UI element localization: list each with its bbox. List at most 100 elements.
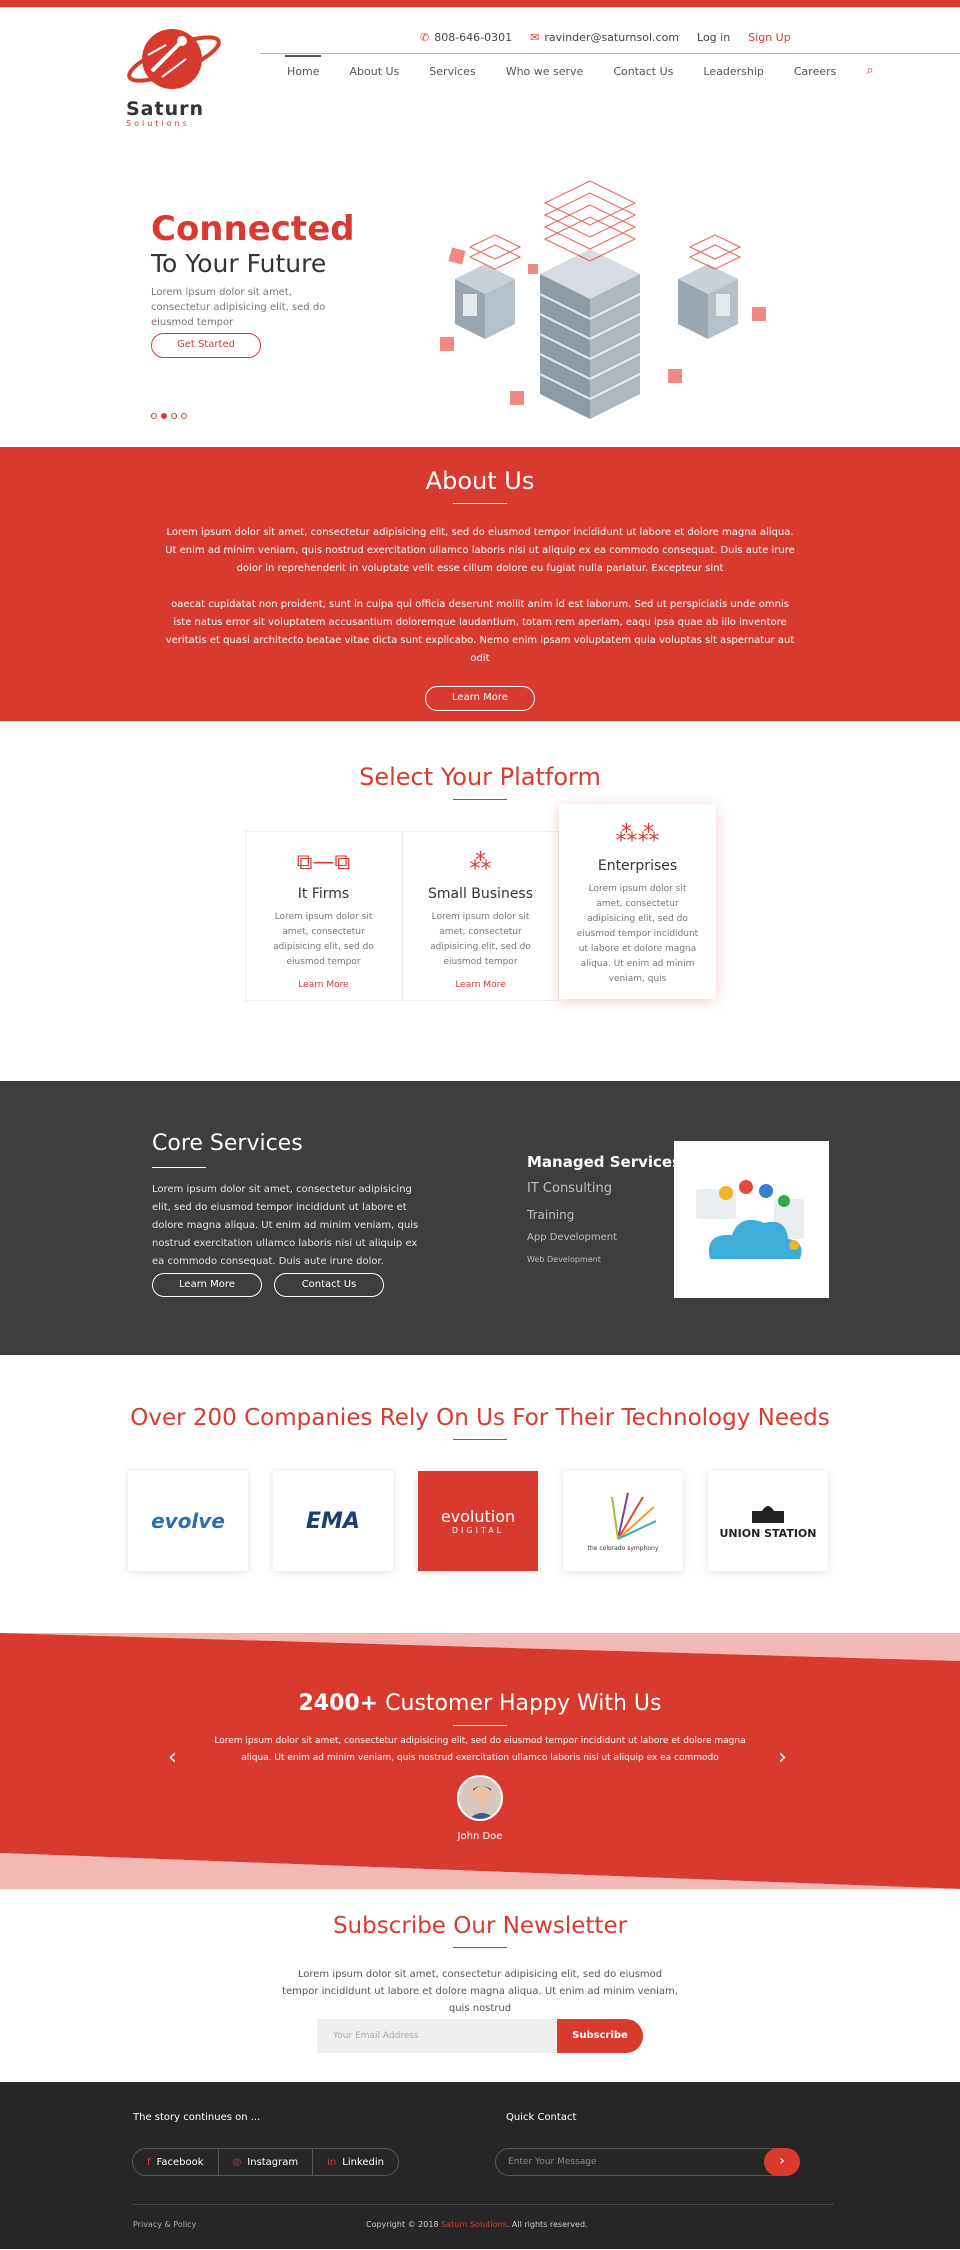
client-logo-colorado-symphony[interactable]: the colorado symphony xyxy=(563,1471,683,1571)
client-logo-evolution[interactable]: evolution DIGITAL xyxy=(418,1471,538,1571)
title-underline xyxy=(152,1167,206,1168)
nav-about[interactable]: About Us xyxy=(349,65,399,78)
core-contact-button[interactable]: Contact Us xyxy=(274,1273,384,1297)
platform-card-it-firms[interactable]: ⧉—⧉ It Firms Lorem ipsum dolor sit amet,… xyxy=(245,831,402,1001)
privacy-link[interactable]: Privacy & Policy xyxy=(133,2220,196,2229)
organization-icon: ⁂⁂ xyxy=(615,822,660,847)
platform-cards: ⧉—⧉ It Firms Lorem ipsum dolor sit amet,… xyxy=(245,804,716,1001)
main-nav: Home About Us Services Who we serve Cont… xyxy=(284,55,904,78)
login-link[interactable]: Log in xyxy=(697,31,730,44)
nav-contact[interactable]: Contact Us xyxy=(613,65,673,78)
card-learn-more-link[interactable]: Learn More xyxy=(403,980,558,990)
symphony-lines-icon xyxy=(611,1492,657,1540)
client-logo-union-station[interactable]: UNION STATION xyxy=(708,1471,828,1571)
logo-subtext: DIGITAL xyxy=(451,1526,505,1535)
subscribe-button[interactable]: Subscribe xyxy=(557,2019,643,2053)
testimonial-title: 2400+ Customer Happy With Us xyxy=(298,1691,662,1716)
hero-title: Connected xyxy=(151,209,355,249)
service-item-managed[interactable]: Managed Services xyxy=(527,1153,681,1171)
core-text: Lorem ipsum dolor sit amet, consectetur … xyxy=(152,1184,419,1267)
about-learn-more-button[interactable]: Learn More xyxy=(425,686,535,711)
avatar xyxy=(457,1775,503,1821)
nav-divider xyxy=(260,53,960,54)
social-links: f Facebook ◎ Instagram in Linkedin xyxy=(132,2148,400,2176)
footer-story-heading: The story continues on ... xyxy=(133,2112,261,2123)
prev-arrow-icon[interactable]: ‹ xyxy=(168,1745,177,1770)
carousel-dot-active[interactable] xyxy=(161,413,167,419)
newsletter-text: Lorem ipsum dolor sit amet, consectetur … xyxy=(282,1969,678,2014)
nav-careers[interactable]: Careers xyxy=(794,65,837,78)
logo-word: Saturn xyxy=(126,98,205,120)
get-started-button[interactable]: Get Started xyxy=(151,333,261,358)
footer-quick-contact-heading: Quick Contact xyxy=(506,2112,577,2123)
newsletter-form: Your Email Address Subscribe xyxy=(317,2019,643,2053)
instagram-icon: ◎ xyxy=(232,2157,242,2168)
cloud-illustration xyxy=(674,1141,829,1298)
testimonial-quote: Lorem ipsum dolor sit amet, consectetur … xyxy=(214,1736,746,1763)
client-logo-ema[interactable]: EMA xyxy=(273,1471,393,1571)
station-building-icon xyxy=(751,1505,784,1523)
cloud-icon xyxy=(696,1180,804,1259)
card-title: Enterprises xyxy=(597,858,678,874)
card-text: Lorem ipsum dolor sit amet, consectetur … xyxy=(430,912,531,967)
nav-home[interactable]: Home xyxy=(284,55,323,78)
email-input[interactable]: Your Email Address xyxy=(317,2019,557,2053)
nav-services[interactable]: Services xyxy=(429,65,475,78)
search-icon[interactable]: ⌕ xyxy=(866,63,873,78)
about-section: About Us Lorem ipsum dolor sit amet, con… xyxy=(0,447,960,721)
network-icon: ⧉—⧉ xyxy=(296,850,351,875)
social-linkedin[interactable]: in Linkedin xyxy=(313,2149,398,2175)
about-paragraph: Lorem ipsum dolor sit amet, consectetur … xyxy=(165,527,795,574)
nav-who-we-serve[interactable]: Who we serve xyxy=(506,65,584,78)
platform-section: Select Your Platform ⧉—⧉ It Firms Lorem … xyxy=(0,721,960,1081)
logo-text: evolution xyxy=(440,1507,516,1526)
card-title: It Firms xyxy=(297,886,350,902)
logo-text: the colorado symphony xyxy=(587,1544,659,1552)
service-item-training[interactable]: Training xyxy=(527,1208,681,1222)
carousel-dot[interactable] xyxy=(181,413,187,419)
footer-divider xyxy=(133,2204,834,2205)
newsletter-section: Subscribe Our Newsletter Lorem ipsum dol… xyxy=(0,1889,960,2082)
service-item-app-dev[interactable]: App Development xyxy=(527,1232,681,1243)
title-underline xyxy=(453,1725,507,1726)
message-input[interactable]: Enter Your Message › xyxy=(495,2148,800,2176)
team-pyramid-icon: ⁂ xyxy=(469,850,492,875)
nav-leadership[interactable]: Leadership xyxy=(703,65,763,78)
carousel-dot[interactable] xyxy=(171,413,177,419)
newsletter-title: Subscribe Our Newsletter xyxy=(332,1913,628,1939)
services-list: Managed Services IT Consulting Training … xyxy=(527,1153,681,1264)
platform-card-enterprises[interactable]: ⁂⁂ Enterprises Lorem ipsum dolor sit ame… xyxy=(559,804,716,999)
logo[interactable]: Saturn Solutions xyxy=(126,25,226,128)
service-item-it-consulting[interactable]: IT Consulting xyxy=(527,1181,681,1196)
server-illustration xyxy=(440,180,766,419)
clients-section: Over 200 Companies Rely On Us For Their … xyxy=(0,1355,960,1633)
carousel-dot[interactable] xyxy=(151,413,157,419)
send-arrow-icon[interactable]: › xyxy=(764,2148,800,2176)
social-facebook[interactable]: f Facebook xyxy=(133,2149,219,2175)
facebook-icon: f xyxy=(147,2157,151,2168)
title-underline xyxy=(453,1947,507,1948)
phone-link[interactable]: ✆ 808-646-0301 xyxy=(420,31,512,44)
copyright-brand-link[interactable]: Saturn Solutions xyxy=(441,2220,507,2229)
mail-icon: ✉ xyxy=(530,31,540,44)
service-item-web-dev[interactable]: Web Development xyxy=(527,1255,681,1264)
next-arrow-icon[interactable]: › xyxy=(778,1745,787,1770)
phone-icon: ✆ xyxy=(420,31,430,44)
email-link[interactable]: ✉ ravinder@saturnsol.com xyxy=(530,31,679,44)
signup-link[interactable]: Sign Up xyxy=(748,31,791,44)
title-underline xyxy=(453,799,507,800)
platform-card-small-business[interactable]: ⁂ Small Business Lorem ipsum dolor sit a… xyxy=(402,831,559,1001)
about-paragraph: oaecat cupidatat non proident, sunt in c… xyxy=(165,599,795,664)
carousel-dots xyxy=(151,413,187,419)
client-logo-evolve[interactable]: evolve xyxy=(128,1471,248,1571)
testimonial-author: John Doe xyxy=(457,1831,503,1842)
site-footer: The story continues on ... Quick Contact… xyxy=(0,2082,960,2249)
core-learn-more-button[interactable]: Learn More xyxy=(152,1273,262,1297)
core-services-section: Core Services Lorem ipsum dolor sit amet… xyxy=(0,1081,960,1355)
card-learn-more-link[interactable]: Learn More xyxy=(246,980,401,990)
social-instagram[interactable]: ◎ Instagram xyxy=(219,2149,314,2175)
logo-text: UNION STATION xyxy=(719,1526,817,1540)
platform-title: Select Your Platform xyxy=(359,763,601,791)
contact-line: ✆ 808-646-0301 ✉ ravinder@saturnsol.com Lo… xyxy=(420,31,791,44)
hero-text: Lorem ipsum dolor sit amet, consectetur … xyxy=(151,287,326,328)
